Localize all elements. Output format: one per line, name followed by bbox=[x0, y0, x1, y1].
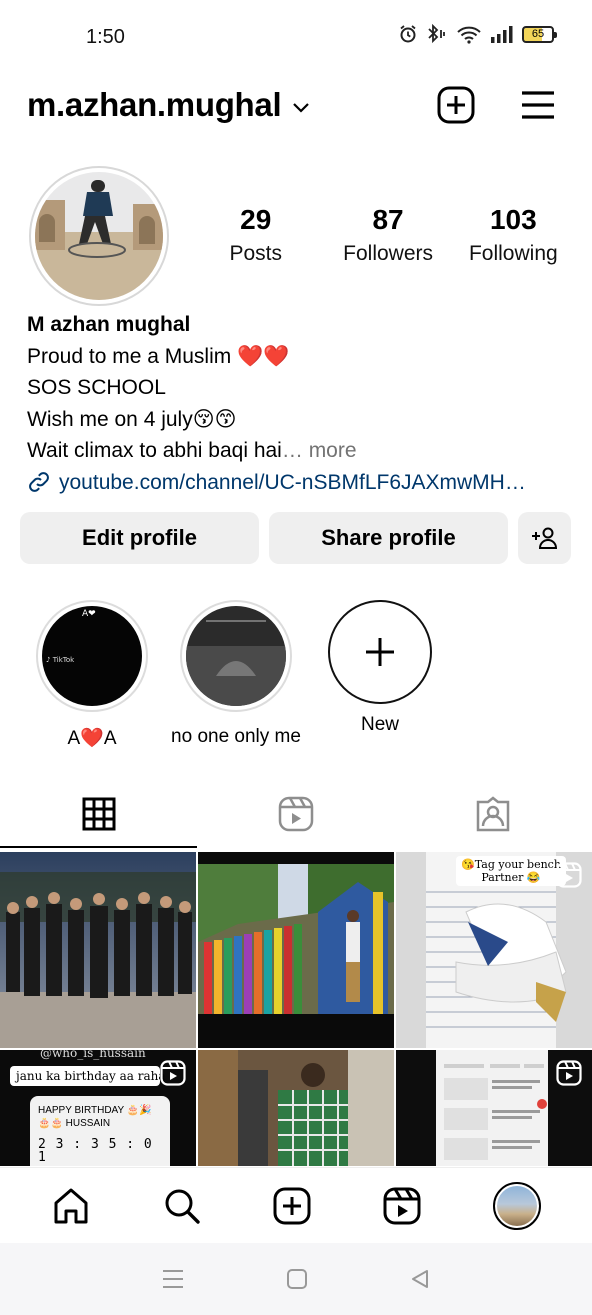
reels-icon bbox=[278, 796, 314, 832]
highlight-label: A❤️A bbox=[67, 728, 117, 749]
bluetooth-icon bbox=[428, 24, 445, 44]
new-highlight-label: New bbox=[360, 714, 399, 735]
home-icon[interactable] bbox=[51, 1186, 91, 1226]
highlight-item[interactable]: no one only me bbox=[164, 600, 308, 750]
tab-tagged[interactable] bbox=[395, 780, 592, 848]
chevron-down-icon[interactable] bbox=[291, 100, 311, 114]
reel-badge-icon bbox=[556, 862, 582, 888]
stat-following[interactable]: 103 Following bbox=[459, 204, 568, 266]
post-thumbnail[interactable]: 😘Tag your bench Partner 😂 bbox=[396, 852, 592, 1048]
status-time: 1:50 bbox=[86, 26, 125, 48]
username[interactable]: m.azhan.mughal bbox=[27, 86, 282, 124]
highlight-label: no one only me bbox=[171, 726, 301, 747]
reel-badge-icon bbox=[160, 1060, 186, 1086]
profile-nav-avatar[interactable] bbox=[492, 1181, 541, 1230]
profile-header: m.azhan.mughal bbox=[27, 80, 556, 130]
plus-icon bbox=[366, 638, 394, 666]
create-icon[interactable] bbox=[272, 1186, 312, 1226]
new-highlight[interactable]: New bbox=[308, 600, 452, 750]
discover-people-button[interactable] bbox=[518, 512, 571, 564]
birthday-countdown: 2 3 : 3 5 : 0 1 bbox=[38, 1137, 153, 1165]
post-thumbnail[interactable] bbox=[396, 1050, 592, 1166]
post-thumbnail[interactable] bbox=[0, 852, 196, 1048]
bio-ellipsis: … bbox=[281, 439, 309, 462]
link-text: youtube.com/channel/UC-nSBMfLF6JAXmwMH… bbox=[59, 470, 526, 494]
highlight-cover: A❤ ♪ TikTok bbox=[42, 606, 142, 706]
add-person-icon bbox=[531, 527, 557, 549]
tagged-icon bbox=[477, 796, 510, 832]
back-icon[interactable] bbox=[409, 1268, 431, 1290]
home-button-icon[interactable] bbox=[286, 1268, 308, 1290]
followers-label: Followers bbox=[343, 242, 433, 265]
profile-avatar[interactable] bbox=[29, 166, 169, 306]
bio-line-truncated: Wait climax to abhi baqi hai… more bbox=[27, 435, 572, 467]
svg-text:A❤: A❤ bbox=[82, 609, 96, 619]
profile-stats: 29 Posts 87 Followers 103 Following bbox=[212, 204, 568, 266]
display-name: M azhan mughal bbox=[27, 313, 191, 336]
battery-level: 65 bbox=[531, 28, 545, 40]
followers-count: 87 bbox=[372, 204, 404, 235]
wifi-icon bbox=[457, 26, 481, 44]
post-thumbnail[interactable]: @who_is_hussain janu ka birthday aa raha… bbox=[0, 1050, 196, 1166]
profile-link[interactable]: youtube.com/channel/UC-nSBMfLF6JAXmwMH… bbox=[27, 467, 572, 499]
highlight-item[interactable]: A❤ ♪ TikTok A❤️A bbox=[20, 600, 164, 750]
post-caption-overlay: janu ka birthday aa raha bbox=[10, 1066, 166, 1086]
profile-tabs bbox=[0, 780, 592, 848]
system-nav-bar bbox=[0, 1243, 592, 1315]
stat-followers[interactable]: 87 Followers bbox=[317, 204, 458, 266]
status-icons: 65 bbox=[398, 24, 557, 44]
signal-icon bbox=[491, 26, 513, 43]
following-label: Following bbox=[468, 242, 558, 265]
story-highlights: A❤ ♪ TikTok A❤️A no one only me New bbox=[20, 600, 452, 750]
battery-icon: 65 bbox=[522, 25, 557, 43]
edit-profile-button[interactable]: Edit profile bbox=[20, 512, 259, 564]
avatar bbox=[496, 1185, 537, 1226]
svg-text:♪ TikTok: ♪ TikTok bbox=[46, 656, 75, 664]
stat-posts[interactable]: 29 Posts bbox=[212, 204, 299, 266]
new-highlight-button[interactable] bbox=[328, 600, 432, 704]
post-caption-overlay: @who_is_hussain bbox=[40, 1050, 146, 1060]
highlight-cover bbox=[186, 606, 286, 706]
posts-label: Posts bbox=[229, 242, 282, 265]
profile-actions: Edit profile Share profile bbox=[20, 512, 571, 564]
recent-apps-icon[interactable] bbox=[161, 1268, 185, 1290]
post-thumbnail[interactable] bbox=[198, 852, 394, 1048]
search-icon[interactable] bbox=[162, 1186, 202, 1226]
tab-posts[interactable] bbox=[0, 780, 198, 848]
bio-line: Wish me on 4 july😚😙 bbox=[27, 407, 237, 431]
menu-icon[interactable] bbox=[520, 89, 556, 121]
birthday-card: HAPPY BIRTHDAY 🎂🎉 🎂🎂 HUSSAIN 2 3 : 3 5 :… bbox=[30, 1096, 170, 1166]
status-bar: 1:50 65 bbox=[0, 0, 592, 72]
create-post-icon[interactable] bbox=[436, 85, 476, 125]
alarm-icon bbox=[400, 25, 416, 43]
avatar bbox=[35, 172, 163, 300]
share-profile-button[interactable]: Share profile bbox=[269, 512, 508, 564]
birthday-name: 🎂🎂 HUSSAIN bbox=[38, 1118, 111, 1129]
more-link[interactable]: more bbox=[309, 439, 357, 462]
profile-bio: M azhan mughal Proud to me a Muslim ❤️❤️… bbox=[27, 309, 572, 498]
birthday-title: HAPPY BIRTHDAY 🎂🎉 bbox=[38, 1105, 152, 1116]
reel-badge-icon bbox=[556, 1060, 582, 1086]
bio-line: Proud to me a Muslim ❤️❤️ bbox=[27, 344, 290, 368]
bottom-nav bbox=[0, 1167, 592, 1243]
following-count: 103 bbox=[489, 204, 537, 235]
link-icon bbox=[29, 472, 49, 493]
post-thumbnail[interactable] bbox=[198, 1050, 394, 1166]
tab-reels[interactable] bbox=[197, 780, 394, 848]
posts-count: 29 bbox=[240, 204, 272, 235]
posts-grid: 😘Tag your bench Partner 😂 @who_is_hussai… bbox=[0, 852, 592, 1166]
bio-line: Wait climax to abhi baqi hai bbox=[27, 439, 282, 462]
post-caption-overlay: 😘Tag your bench Partner 😂 bbox=[456, 856, 566, 886]
bio-line: SOS SCHOOL bbox=[27, 376, 166, 399]
reels-icon[interactable] bbox=[382, 1186, 422, 1226]
grid-icon bbox=[82, 797, 116, 831]
